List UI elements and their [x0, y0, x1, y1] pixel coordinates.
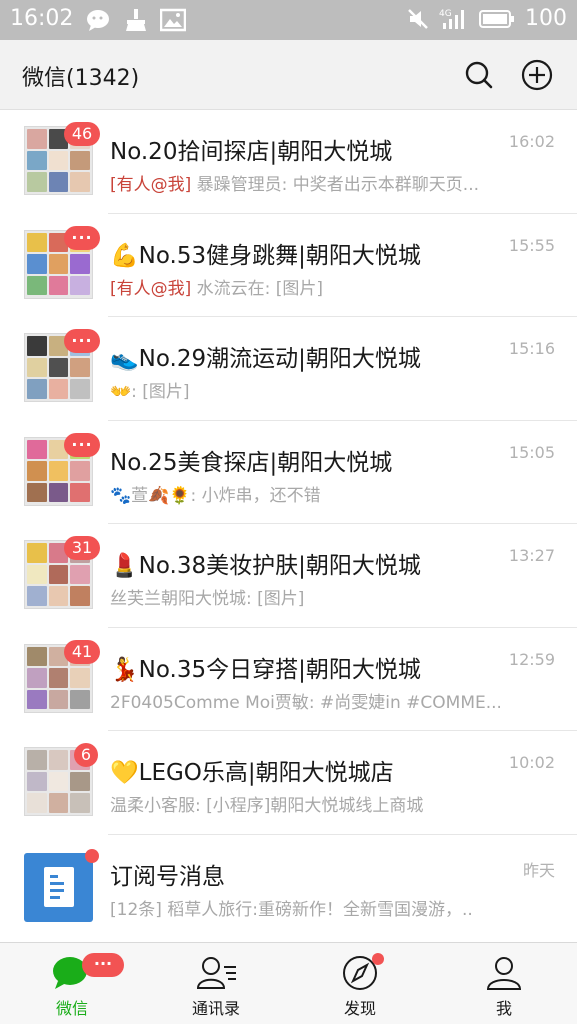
mention-tag: [有人@我] — [110, 175, 192, 195]
tab-contacts[interactable]: 通讯录 — [144, 943, 288, 1024]
preview-text: [12条] 稻草人旅行:重磅新作！全新雪国漫游，.. — [110, 899, 473, 920]
chat-name: 💄No.38美妆护肤|朝阳大悦城 — [110, 553, 421, 579]
search-icon[interactable] — [462, 58, 496, 92]
svg-text:4G: 4G — [439, 9, 452, 19]
chat-preview: [有人@我] 暴躁管理员: 中奖者出示本群聊天页... — [110, 170, 500, 195]
signal-icon: 4G — [439, 7, 469, 31]
preview-text: 👐: [图片] — [110, 382, 190, 402]
tab-unread-dot — [372, 953, 384, 965]
chat-time: 12:59 — [508, 649, 555, 669]
chat-preview: 2F0405Comme Moi贾敏: #尚雯婕in #COMME... — [110, 688, 500, 713]
preview-text: 温柔小客服: [小程序]朝阳大悦城线上商城 — [110, 796, 424, 816]
tab-label: 微信 — [55, 999, 88, 1018]
tab-label: 我 — [495, 999, 512, 1018]
chat-name: 💛LEGO乐高|朝阳大悦城店 — [110, 760, 394, 786]
mute-icon — [407, 7, 429, 31]
unread-badge: ··· — [64, 329, 100, 353]
unread-badge: 46 — [64, 122, 100, 146]
chat-time: 15:16 — [508, 339, 555, 358]
chat-time: 16:02 — [508, 132, 555, 151]
contacts-icon — [196, 957, 236, 989]
chat-preview: 🐾萱🍂🌻: 小炸串，还不错 — [110, 481, 500, 506]
status-right: 4G 100 — [407, 6, 567, 31]
chat-list: 46 No.20拾间探店|朝阳大悦城 16:02 [有人@我] 暴躁管理员: 中… — [0, 110, 577, 938]
chat-preview: 温柔小客服: [小程序]朝阳大悦城线上商城 — [110, 791, 500, 816]
chat-time: 15:05 — [508, 442, 555, 462]
chat-item[interactable]: ··· 👟No.29潮流运动|朝阳大悦城 15:16 👐: [图片] — [0, 317, 577, 421]
chat-time: 昨天 — [522, 860, 555, 880]
subscription-icon — [24, 852, 93, 922]
chat-item[interactable]: 31 💄No.38美妆护肤|朝阳大悦城 13:27 丝芙兰朝阳大悦城: [图片] — [0, 524, 577, 628]
battery-level: 100 — [525, 6, 567, 31]
chat-item[interactable]: ··· 💪No.53健身跳舞|朝阳大悦城 15:55 [有人@我] 水流云在: … — [0, 214, 577, 317]
preview-text: 丝芙兰朝阳大悦城: [图片] — [110, 589, 305, 609]
unread-badge: 31 — [64, 536, 100, 560]
tab-me[interactable]: 我 — [432, 943, 576, 1024]
bottom-tab-bar: ··· 微信 通讯录 发现 我 — [0, 942, 577, 1024]
chat-name: No.25美食探店|朝阳大悦城 — [110, 449, 393, 476]
tab-label: 发现 — [343, 999, 376, 1018]
wechat-notification-icon — [86, 8, 112, 36]
status-bar: 16:02 4G 100 — [0, 0, 577, 40]
add-icon[interactable] — [520, 58, 554, 92]
chat-preview: [有人@我] 水流云在: [图片] — [110, 274, 500, 299]
unread-badge: ··· — [64, 432, 100, 457]
preview-text: 暴躁管理员: 中奖者出示本群聊天页... — [191, 175, 480, 195]
unread-badge: 6 — [74, 743, 98, 767]
chat-preview: 丝芙兰朝阳大悦城: [图片] — [110, 584, 500, 609]
tab-chats[interactable]: ··· 微信 — [0, 943, 144, 1024]
preview-text: 水流云在: [图片] — [191, 278, 324, 299]
unread-badge: ··· — [64, 225, 100, 250]
page-title: 微信(1342) — [22, 66, 140, 91]
preview-text: 2F0405Comme Moi贾敏: #尚雯婕in #COMME... — [110, 692, 500, 713]
app-header: 微信(1342) — [0, 40, 577, 110]
chat-item-subscriptions[interactable]: 订阅号消息 昨天 [12条] 稻草人旅行:重磅新作！全新雪国漫游，.. — [0, 835, 577, 939]
preview-text: 🐾萱🍂🌻: 小炸串，还不错 — [110, 485, 321, 506]
unread-badge: 41 — [64, 639, 100, 664]
unread-dot — [85, 848, 99, 863]
chat-item[interactable]: 46 No.20拾间探店|朝阳大悦城 16:02 [有人@我] 暴躁管理员: 中… — [0, 110, 577, 214]
chat-item[interactable]: ··· No.25美食探店|朝阳大悦城 15:05 🐾萱🍂🌻: 小炸串，还不错 — [0, 421, 577, 524]
chat-preview: 👐: [图片] — [110, 377, 500, 402]
chat-name: No.20拾间探店|朝阳大悦城 — [110, 139, 393, 165]
chat-time: 13:27 — [508, 546, 555, 565]
chat-name: 订阅号消息 — [110, 863, 225, 890]
mention-tag: [有人@我] — [110, 278, 192, 299]
chat-name: 💃No.35今日穿搭|朝阳大悦城 — [110, 656, 421, 683]
chat-time: 15:55 — [508, 235, 555, 255]
status-time: 16:02 — [10, 6, 74, 31]
chat-name: 💪No.53健身跳舞|朝阳大悦城 — [110, 242, 421, 269]
broom-icon — [124, 8, 148, 36]
chat-preview: [12条] 稻草人旅行:重磅新作！全新雪国漫游，.. — [110, 895, 500, 920]
image-icon — [159, 8, 187, 36]
tab-badge: ··· — [82, 953, 124, 977]
battery-icon — [479, 8, 515, 30]
chat-time: 10:02 — [508, 753, 555, 772]
chat-item[interactable]: 6 💛LEGO乐高|朝阳大悦城店 10:02 温柔小客服: [小程序]朝阳大悦城… — [0, 731, 577, 835]
tab-discover[interactable]: 发现 — [288, 943, 432, 1024]
notification-icons — [86, 8, 187, 36]
chat-name: 👟No.29潮流运动|朝阳大悦城 — [110, 346, 421, 372]
chat-item[interactable]: 41 💃No.35今日穿搭|朝阳大悦城 12:59 2F0405Comme Mo… — [0, 628, 577, 731]
tab-label: 通讯录 — [191, 999, 240, 1018]
person-icon — [486, 957, 522, 990]
